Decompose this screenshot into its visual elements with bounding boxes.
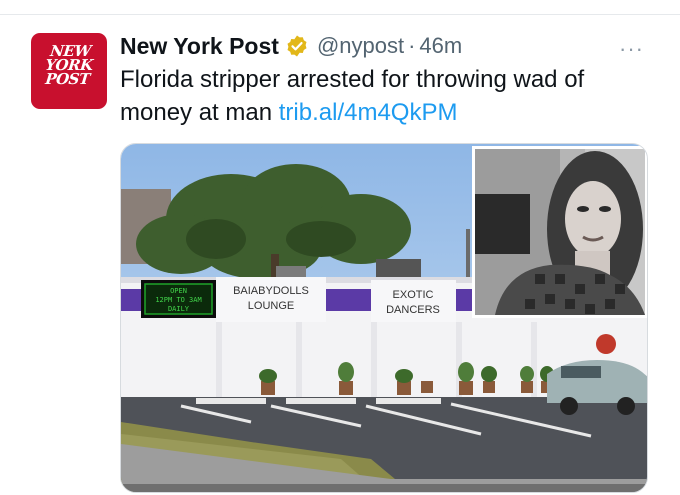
timestamp[interactable]: 46m xyxy=(419,33,462,59)
more-options-icon[interactable]: ··· xyxy=(619,36,644,62)
avatar[interactable]: NEW YORK POST xyxy=(31,33,107,109)
led-sign-line1: OPEN xyxy=(170,287,187,295)
tweet-text: Florida stripper arrested for throwing w… xyxy=(120,63,660,129)
avatar-logo-text: NEW YORK POST xyxy=(44,42,94,88)
author-name[interactable]: New York Post xyxy=(120,33,279,60)
inset-portrait-photo xyxy=(472,146,647,318)
timeline-divider xyxy=(0,14,680,15)
led-sign-line2: 12PM TO 3AM xyxy=(155,296,201,304)
sign-lounge-line2: LOUNGE xyxy=(248,300,294,312)
sign-dancers-line2: DANCERS xyxy=(386,304,440,316)
tweet-link[interactable]: trib.al/4m4QkPM xyxy=(279,99,458,126)
led-sign-line3: DAILY xyxy=(168,305,190,313)
tweet-header: New York Post @nypost · 46m xyxy=(120,31,462,61)
sign-lounge-line1: BAIABYDOLLS xyxy=(233,285,309,297)
author-handle[interactable]: @nypost xyxy=(317,33,404,59)
verified-badge-icon[interactable] xyxy=(285,34,309,58)
sign-dancers-line1: EXOTIC xyxy=(393,289,434,301)
portrait-graphic xyxy=(475,149,645,315)
separator-dot: · xyxy=(408,33,416,58)
tweet-media[interactable]: OPEN 12PM TO 3AM DAILY BAIABYDOLLS LOUNG… xyxy=(120,143,648,493)
